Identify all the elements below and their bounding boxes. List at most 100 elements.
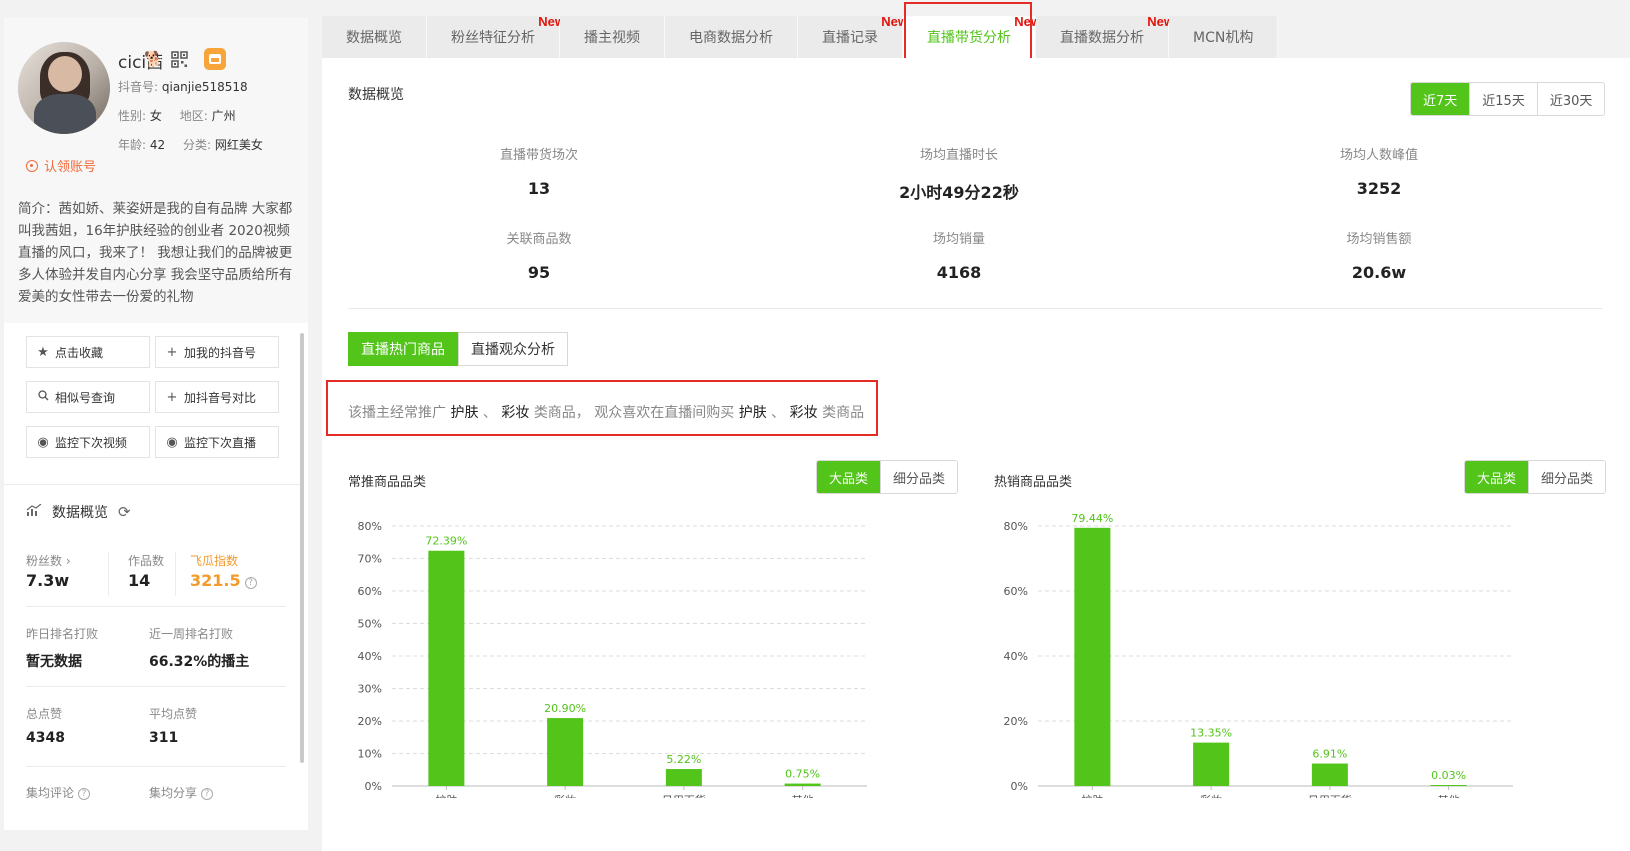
kpi-label: 关联商品数 <box>506 232 572 247</box>
similar-search-button[interactable]: 相似号查询 <box>26 381 150 413</box>
add-my-account-button[interactable]: + 加我的抖音号 <box>155 336 279 368</box>
rank-yesterday-value: 暂无数据 <box>26 654 82 670</box>
major-category-button[interactable]: 大品类 <box>817 461 881 493</box>
tab-bar: 数据概览 粉丝特征分析 New 播主视频 电商数据分析 直播记录 New 直播带货分… <box>322 14 1279 58</box>
data-label: 0.75% <box>785 768 820 781</box>
favorite-button[interactable]: ★ 点击收藏 <box>26 336 150 368</box>
data-label: 5.22% <box>666 753 701 766</box>
chart2-granularity-toggle: 大品类 细分品类 <box>1464 460 1607 494</box>
data-label: 72.39% <box>425 535 467 548</box>
kpi-avg-revenue: 场均销售额 20.6w <box>1169 228 1589 282</box>
refresh-icon[interactable]: ⟳ <box>118 503 131 521</box>
avg-shares-label: 集均分享 <box>149 786 198 800</box>
douyin-id: qianjie518518 <box>161 80 248 94</box>
fans-value: 7.3w <box>26 571 70 590</box>
qr-code-icon[interactable] <box>170 50 188 68</box>
kpi-value: 3252 <box>1356 179 1402 198</box>
add-my-account-label: 加我的抖音号 <box>184 345 257 360</box>
tab-ecommerce[interactable]: 电商数据分析 <box>665 16 798 58</box>
range-30-days[interactable]: 近30天 <box>1536 83 1605 115</box>
x-tick-label: 护肤 <box>435 793 457 798</box>
bar <box>1311 763 1348 786</box>
kpi-label: 场均销售额 <box>1346 232 1412 247</box>
x-tick-label: 其他 <box>1438 794 1460 798</box>
x-tick-label: 日用百货 <box>1308 793 1352 798</box>
tab-videos[interactable]: 播主视频 <box>560 16 665 58</box>
summary-highlight-box <box>326 380 878 436</box>
kpi-value: 4168 <box>936 263 982 282</box>
tab-fans[interactable]: 粉丝特征分析 New <box>427 14 565 58</box>
tab-label: MCN机构 <box>1193 30 1254 46</box>
subtab-hot-products[interactable]: 直播热门商品 <box>348 332 458 366</box>
kpi-peak-viewers: 场均人数峰值 3252 <box>1169 144 1589 198</box>
monitor-video-label: 监控下次视频 <box>55 435 128 450</box>
plus-icon: + <box>166 389 178 405</box>
range-7-days[interactable]: 近7天 <box>1411 83 1470 115</box>
y-tick-label: 50% <box>358 618 382 631</box>
hot-selling-category-chart: 0% 20% 40% 60% 80% 79.44% 护肤 13.35% 彩妆 6.91% 日用百货 0… <box>1004 512 1513 798</box>
age-label: 年龄: <box>118 138 147 152</box>
chart1-granularity-toggle: 大品类 细分品类 <box>816 460 959 494</box>
monitor-video-button[interactable]: ◉ 监控下次视频 <box>26 426 150 458</box>
dog-emoji-icon: 🐕 <box>144 50 163 68</box>
tab-live-records[interactable]: 直播记录 New <box>798 14 908 58</box>
bar <box>784 783 821 786</box>
tab-overview[interactable]: 数据概览 <box>322 16 427 58</box>
y-tick-label: 20% <box>1004 715 1028 728</box>
eye-icon: ◉ <box>37 434 49 450</box>
overview-section-title: 数据概览 ⟳ <box>26 502 131 522</box>
x-tick-label: 彩妆 <box>1200 794 1222 798</box>
plus-icon: + <box>166 344 178 360</box>
range-15-days[interactable]: 近15天 <box>1469 83 1537 115</box>
tab-label: 直播记录 <box>822 30 878 46</box>
bar <box>547 718 584 786</box>
monitor-live-button[interactable]: ◉ 监控下次直播 <box>155 426 279 458</box>
kpi-value: 95 <box>527 263 551 282</box>
kpi-label: 直播带货场次 <box>499 148 578 163</box>
bar <box>428 550 465 786</box>
tab-mcn[interactable]: MCN机构 <box>1169 16 1279 58</box>
feigua-index-value: 321.5 <box>190 571 241 590</box>
shop-icon[interactable] <box>203 48 226 70</box>
chart-title-hot-selling: 热销商品品类 <box>994 475 1073 490</box>
rank-week-label: 近一周排名打败 <box>149 627 234 641</box>
age: 42 <box>149 138 166 152</box>
y-tick-label: 70% <box>358 553 382 566</box>
panel-title: 数据概览 <box>348 87 404 103</box>
help-icon[interactable]: ? <box>201 788 214 800</box>
help-icon[interactable]: ? <box>78 788 91 800</box>
avatar[interactable] <box>18 42 110 134</box>
major-category-button[interactable]: 大品类 <box>1465 461 1529 493</box>
data-label: 6.91% <box>1312 748 1347 761</box>
kpi-avg-duration: 场均直播时长 2小时49分22秒 <box>749 144 1169 203</box>
y-tick-label: 0% <box>365 780 382 793</box>
help-icon[interactable]: ? <box>244 577 257 589</box>
avg-comments-label: 集均评论 <box>26 786 75 800</box>
y-tick-label: 80% <box>358 520 382 533</box>
sub-category-button[interactable]: 细分品类 <box>880 461 958 493</box>
tab-label: 数据概览 <box>346 30 402 46</box>
total-likes-label: 总点赞 <box>26 707 63 721</box>
bar <box>1193 742 1230 786</box>
bar <box>1074 527 1111 786</box>
data-label: 20.90% <box>544 702 586 715</box>
sidebar-scrollbar[interactable] <box>300 333 304 763</box>
tab-label: 播主视频 <box>584 30 640 46</box>
kpi-label: 场均销量 <box>932 232 985 247</box>
douyin-id-label: 抖音号: <box>118 80 159 94</box>
subtab-audience[interactable]: 直播观众分析 <box>458 332 568 366</box>
monitor-live-label: 监控下次直播 <box>184 435 257 450</box>
kpi-label: 场均人数峰值 <box>1339 148 1418 163</box>
search-icon <box>37 389 49 405</box>
add-compare-button[interactable]: + 加抖音号对比 <box>155 381 279 413</box>
kpi-value: 13 <box>527 179 551 198</box>
kpi-avg-sales: 场均销量 4168 <box>749 228 1169 282</box>
chart-title-promoted: 常推商品品类 <box>348 475 427 490</box>
sub-category-button[interactable]: 细分品类 <box>1528 461 1606 493</box>
tab-live-data[interactable]: 直播数据分析 New <box>1036 14 1174 58</box>
claim-account-link[interactable]: 认领账号 <box>26 156 96 175</box>
rank-week-value: 66.32%的播主 <box>149 654 250 670</box>
fans-label[interactable]: 粉丝数 › <box>26 552 71 569</box>
x-tick-label: 日用百货 <box>662 793 706 798</box>
kpi-live-sessions: 直播带货场次 13 <box>329 144 749 198</box>
